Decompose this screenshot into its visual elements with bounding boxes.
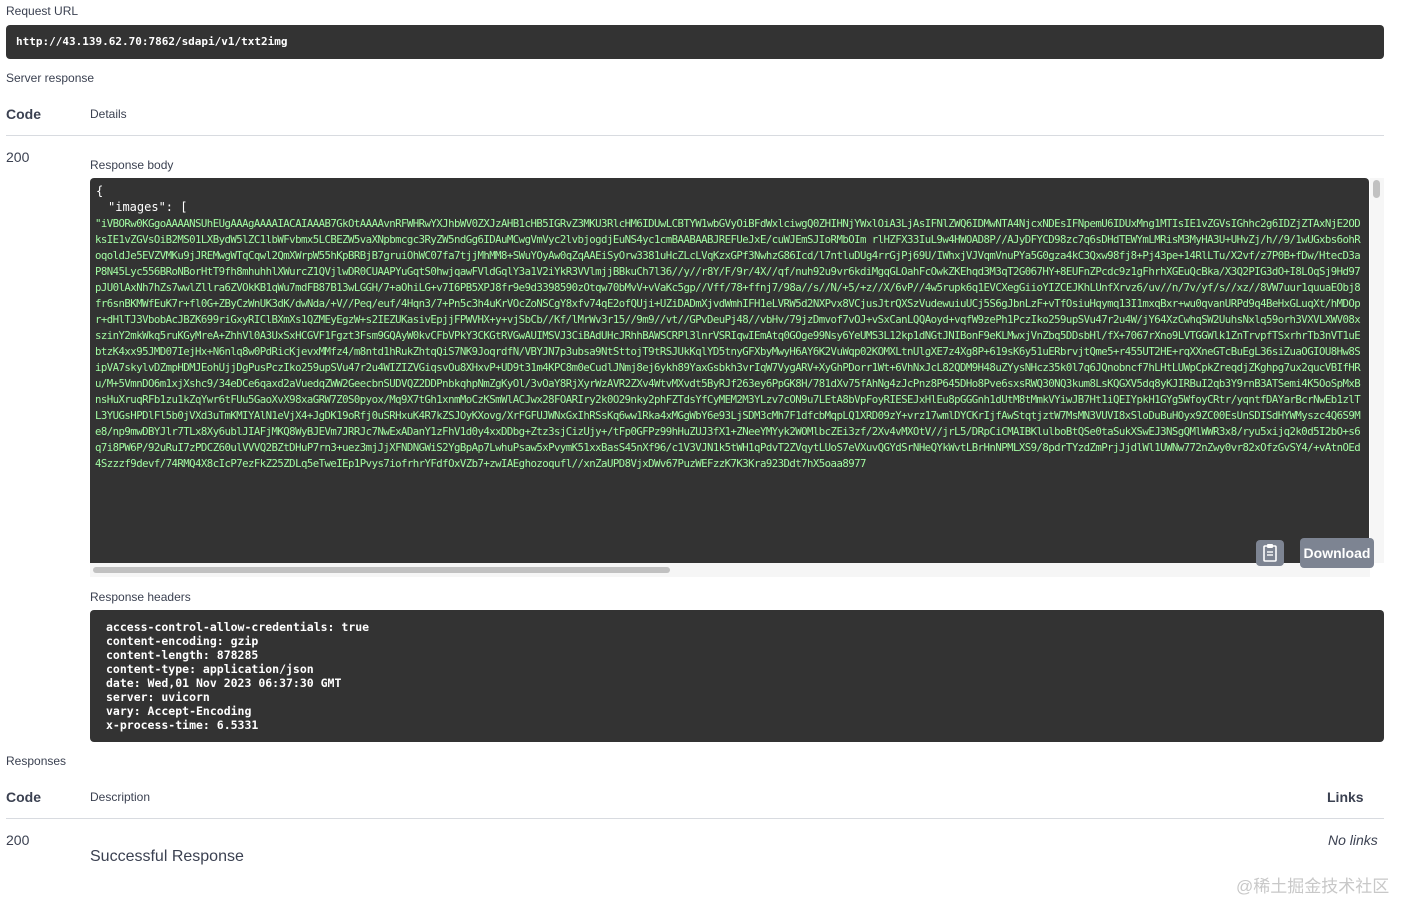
response-body-horizontal-scrollbar[interactable] xyxy=(90,563,1370,577)
responses-code-header: Code xyxy=(6,789,41,805)
response-headers-label: Response headers xyxy=(90,590,191,604)
responses-row-links: No links xyxy=(1328,832,1378,848)
base64-image-data: "iVBORw0KGgoAAAANSUhEUgAAAgAAAAIACAIAAAB… xyxy=(95,217,1361,470)
code-column-header: Code xyxy=(6,106,41,122)
server-response-label: Server response xyxy=(6,71,95,85)
response-body-vertical-scrollbar[interactable] xyxy=(1370,178,1384,563)
json-images-key: "images": [ xyxy=(108,200,188,214)
copy-to-clipboard-button[interactable] xyxy=(1256,540,1284,566)
header-line: server: uvicorn xyxy=(106,690,210,704)
clipboard-icon xyxy=(1263,544,1277,562)
header-line: access-control-allow-credentials: true xyxy=(106,620,370,634)
responses-row-description: Successful Response xyxy=(90,848,244,865)
header-divider xyxy=(6,135,1384,136)
download-button[interactable]: Download xyxy=(1300,538,1374,568)
response-headers[interactable]: access-control-allow-credentials: true c… xyxy=(90,610,1384,742)
responses-divider xyxy=(6,818,1384,819)
watermark: @稀土掘金技术社区 xyxy=(1236,877,1390,896)
response-body-label: Response body xyxy=(90,158,174,172)
request-url[interactable]: http://43.139.62.70:7862/sdapi/v1/txt2im… xyxy=(6,25,1384,59)
details-column-header: Details xyxy=(90,107,127,121)
json-open-brace: { xyxy=(96,184,104,198)
responses-links-header: Links xyxy=(1327,789,1364,805)
header-line: content-encoding: gzip xyxy=(106,634,259,648)
vertical-scroll-thumb[interactable] xyxy=(1373,180,1380,198)
header-line: content-type: application/json xyxy=(106,662,314,676)
responses-description-header: Description xyxy=(90,790,151,804)
header-line: date: Wed,01 Nov 2023 06:37:30 GMT xyxy=(106,676,342,690)
header-line: content-length: 878285 xyxy=(106,648,259,662)
responses-row-code: 200 xyxy=(6,832,30,848)
horizontal-scroll-thumb[interactable] xyxy=(93,567,670,573)
response-status-code: 200 xyxy=(6,149,30,165)
response-body[interactable]: { "images": [ "iVBORw0KGgoAAAANSUhEUgAAA… xyxy=(90,178,1369,563)
request-url-label: Request URL xyxy=(6,4,79,18)
header-line: vary: Accept-Encoding xyxy=(106,704,252,718)
responses-label: Responses xyxy=(6,754,67,768)
header-line: x-process-time: 6.5331 xyxy=(106,718,259,732)
